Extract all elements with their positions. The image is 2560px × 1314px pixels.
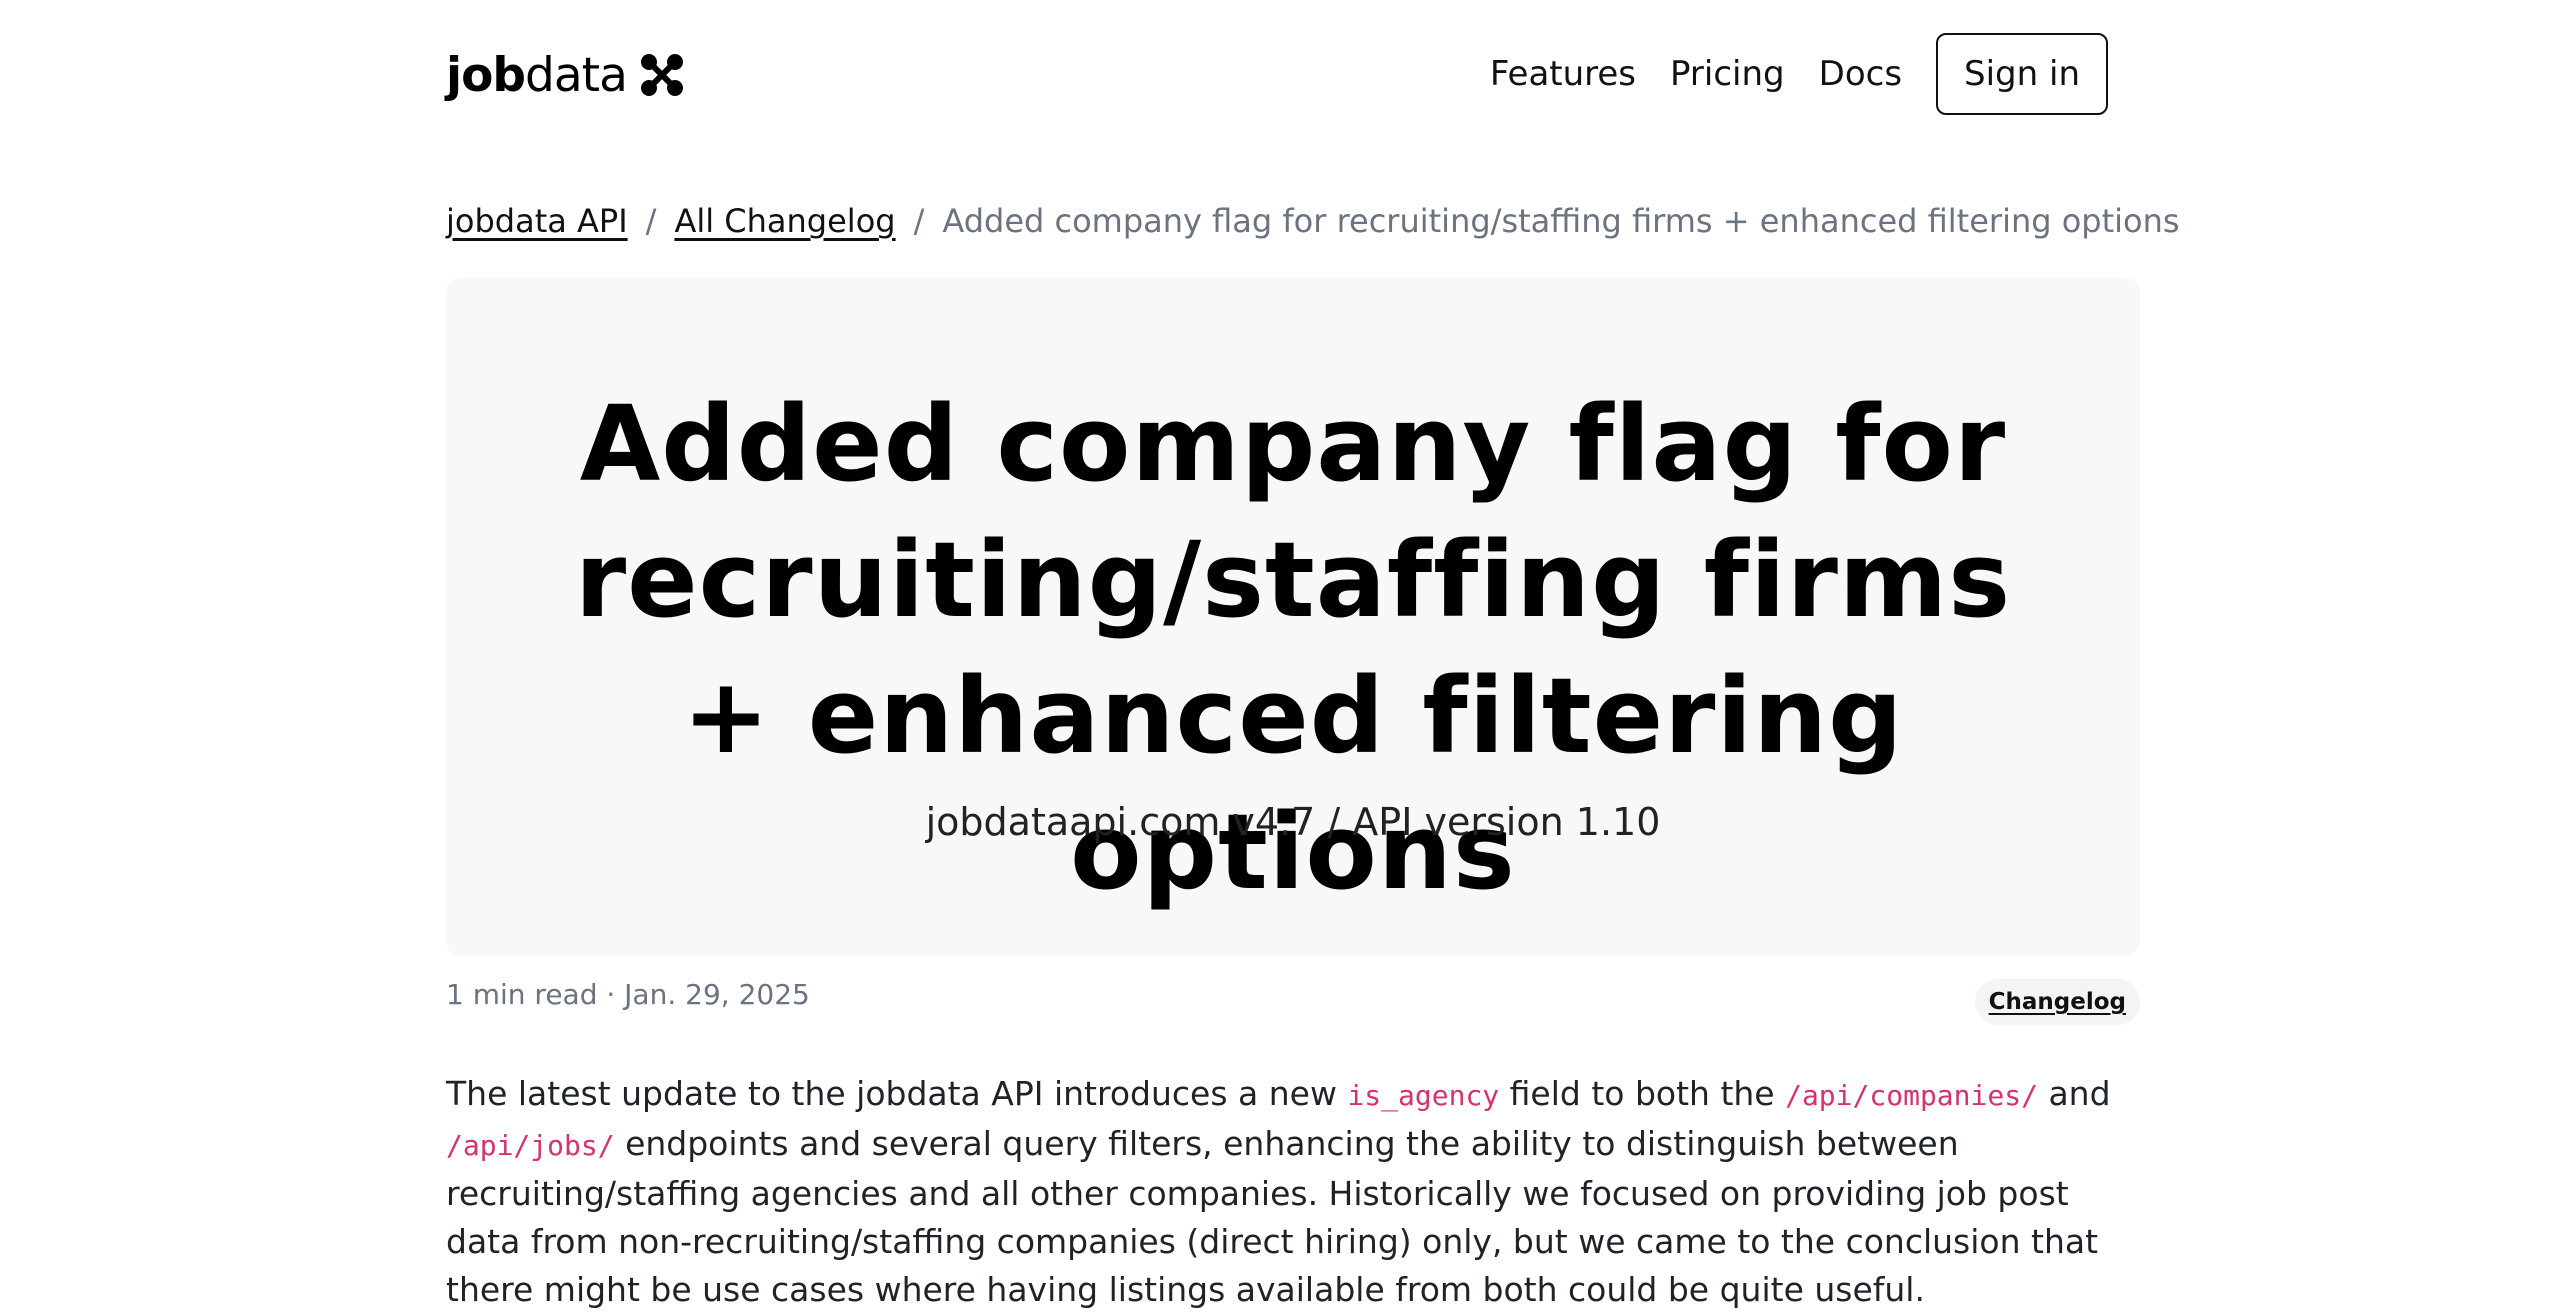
logo[interactable]: job data xyxy=(446,40,685,110)
intro-text-3: and xyxy=(2037,1074,2111,1113)
sign-in-button[interactable]: Sign in xyxy=(1936,33,2108,115)
logo-text-bold: job xyxy=(446,47,526,103)
nav-docs[interactable]: Docs xyxy=(1819,32,1902,116)
breadcrumb-current: Added company flag for recruiting/staffi… xyxy=(942,202,2180,240)
article-body: The latest update to the jobdata API int… xyxy=(446,1070,2146,1314)
nav-pricing[interactable]: Pricing xyxy=(1670,32,1785,116)
intro-text-2: field to both the xyxy=(1499,1074,1786,1113)
code-api-jobs: /api/jobs/ xyxy=(446,1129,615,1162)
nav-features[interactable]: Features xyxy=(1490,32,1636,116)
post-meta: 1 min read · Jan. 29, 2025 xyxy=(446,978,810,1011)
logo-icon xyxy=(640,54,683,96)
breadcrumb-all-changelog[interactable]: All Changelog xyxy=(674,202,895,240)
hero-card: Added company flag for recruiting/staffi… xyxy=(446,278,2140,956)
code-api-companies: /api/companies/ xyxy=(1785,1079,2038,1112)
breadcrumb: jobdata API / All Changelog / Added comp… xyxy=(446,196,2180,246)
intro-paragraph: The latest update to the jobdata API int… xyxy=(446,1070,2146,1314)
page: job data Features Pricing Docs Sign in jo… xyxy=(0,0,2560,1309)
breadcrumb-separator: / xyxy=(913,202,925,240)
code-is-agency: is_agency xyxy=(1347,1079,1500,1112)
version-subtitle: jobdataapi.com v4.7 / API version 1.10 xyxy=(925,800,1661,844)
intro-text-4: endpoints and several query filters, enh… xyxy=(446,1124,2099,1309)
logo-text-light: data xyxy=(525,47,628,103)
breadcrumb-separator: / xyxy=(645,202,657,240)
intro-text-1: The latest update to the jobdata API int… xyxy=(446,1074,1348,1113)
breadcrumb-jobdata-api[interactable]: jobdata API xyxy=(446,202,628,240)
main-nav: Features Pricing Docs Sign in xyxy=(1490,32,2108,116)
changelog-tag[interactable]: Changelog xyxy=(1974,979,2140,1025)
